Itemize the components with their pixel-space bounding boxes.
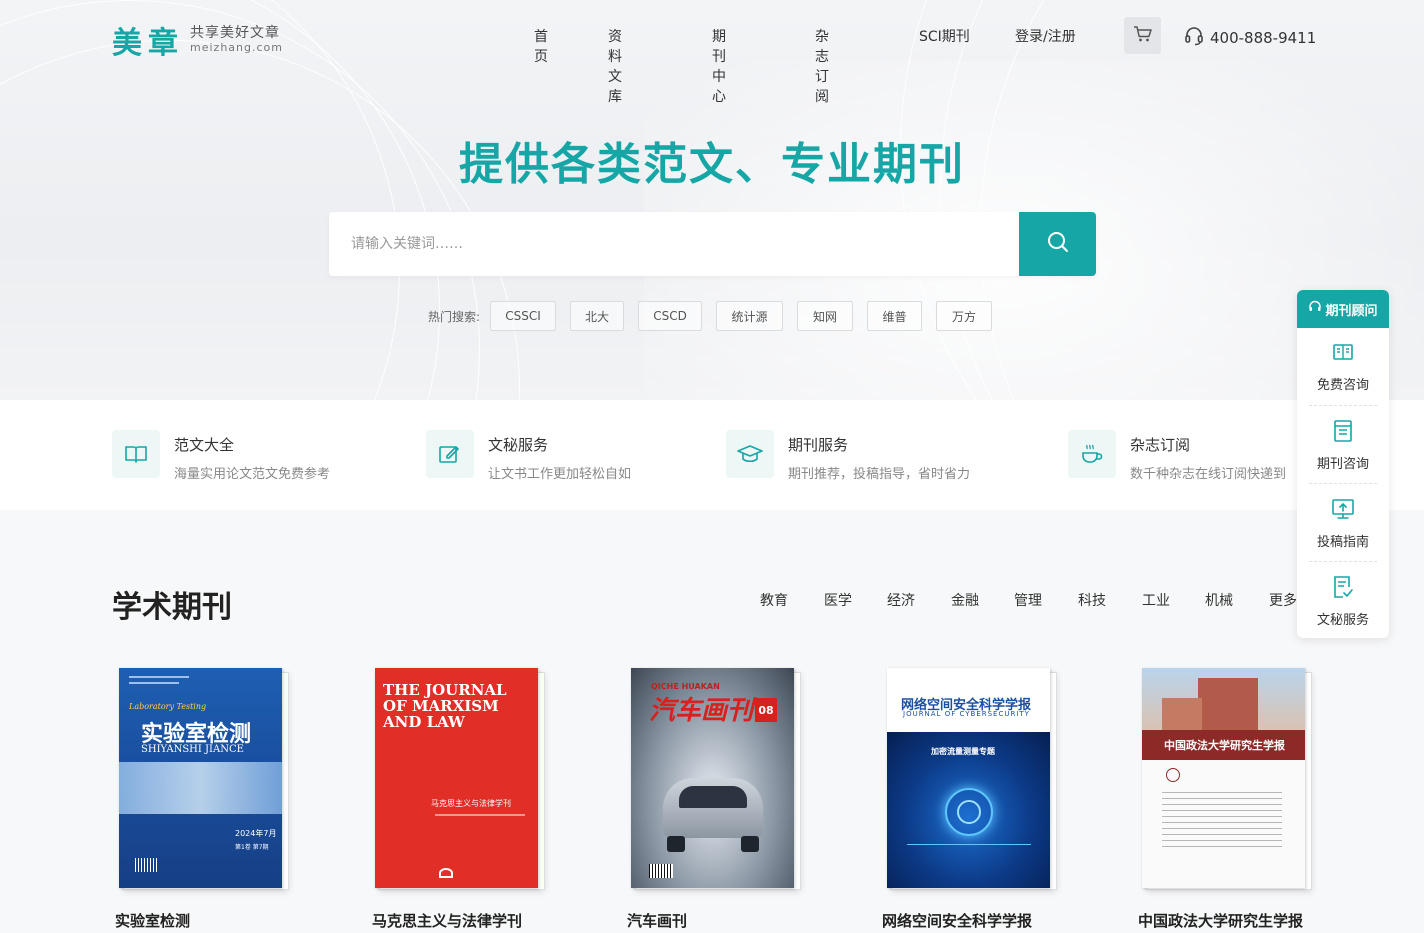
search-bar — [329, 212, 1096, 276]
service-magazine[interactable]: 杂志订阅 数千种杂志在线订阅快递到 — [1068, 430, 1286, 482]
logo-domain: meizhang.com — [190, 40, 283, 54]
nav-login-register[interactable]: 登录/注册 — [1015, 26, 1076, 46]
category-medicine[interactable]: 医学 — [824, 590, 852, 610]
category-more[interactable]: 更多 — [1269, 590, 1297, 610]
service-title: 文秘服务 — [488, 436, 549, 454]
site-logo[interactable]: 美章 共享美好文章 meizhang.com — [112, 18, 283, 62]
hot-tag-pku[interactable]: 北大 — [570, 301, 625, 331]
graduation-cap-icon — [726, 430, 774, 478]
hot-searches: 热门搜索: CSSCI 北大 CSCD 统计源 知网 维普 万方 — [428, 301, 1006, 331]
nav-home[interactable]: 首页 — [534, 26, 548, 66]
float-service-panel: 期刊顾问 免费咨询 期刊咨询 投稿指南 文秘服务 — [1297, 290, 1389, 638]
service-journal[interactable]: 期刊服务 期刊推荐，投稿指导，省时省力 — [726, 430, 970, 482]
service-secretary[interactable]: 文秘服务 让文书工作更加轻松自如 — [426, 430, 631, 482]
edit-icon — [426, 430, 474, 478]
journal-advisor-header[interactable]: 期刊顾问 — [1297, 290, 1389, 328]
journal-cover-cupl-graduate[interactable]: 中国政法大学研究生学报 — [1142, 668, 1312, 890]
float-item-label: 文秘服务 — [1316, 612, 1369, 628]
search-input[interactable] — [329, 212, 1019, 276]
hot-tag-cnki[interactable]: 知网 — [797, 301, 854, 331]
service-title: 杂志订阅 — [1130, 436, 1191, 454]
seal-icon — [1166, 768, 1180, 782]
hotline: 400-888-9411 — [1184, 26, 1316, 50]
journal-name[interactable]: 网络空间安全科学学报 — [882, 910, 1032, 931]
nav-sci-journal[interactable]: SCI期刊 — [919, 26, 970, 46]
journal-cover-laboratory-testing[interactable]: Laboratory Testing 实验室检测 SHIYANSHI JIANC… — [119, 668, 289, 890]
hot-tag-cscd[interactable]: CSCD — [638, 301, 703, 331]
journal-cover-auto-pictorial[interactable]: QICHE HUAKAN 汽车画刊 08 — [631, 668, 801, 890]
hot-tag-cssci[interactable]: CSSCI — [490, 301, 557, 331]
hero-banner: 美章 共享美好文章 meizhang.com 首页 资料文库 期刊中心 杂志订阅… — [0, 0, 1424, 400]
hot-tag-statistics[interactable]: 统计源 — [716, 301, 784, 331]
journal-name[interactable]: 马克思主义与法律学刊 — [372, 910, 522, 931]
search-icon — [1046, 230, 1070, 258]
float-journal-consult[interactable]: 期刊咨询 — [1297, 406, 1389, 484]
nav-library[interactable]: 资料文库 — [608, 26, 622, 106]
journal-name[interactable]: 汽车画刊 — [627, 910, 687, 931]
category-management[interactable]: 管理 — [1014, 590, 1042, 610]
float-submission-guide[interactable]: 投稿指南 — [1297, 484, 1389, 562]
hot-tag-wanfang[interactable]: 万方 — [936, 301, 993, 331]
cover-date: 2024年7月 — [235, 829, 277, 838]
service-essays[interactable]: 范文大全 海量实用论文范文免费参考 — [112, 430, 330, 482]
cover-subtitle: 加密流量测量专题 — [931, 747, 995, 756]
cover-en-title: JOURNAL OF CYBERSECURITY — [903, 710, 1030, 718]
category-education[interactable]: 教育 — [760, 590, 788, 610]
cover-subtitle: 马克思主义与法律学刊 — [431, 799, 511, 808]
service-title: 范文大全 — [174, 436, 235, 454]
journal-cover-marxism-law[interactable]: THE JOURNAL OF MARXISM AND LAW 马克思主义与法律学… — [375, 668, 545, 890]
upload-icon — [1331, 497, 1355, 525]
cover-issue: 第1卷 第7期 — [235, 844, 269, 851]
headset-icon — [1308, 300, 1325, 318]
float-item-label: 期刊咨询 — [1316, 456, 1369, 472]
float-item-label: 投稿指南 — [1316, 534, 1369, 550]
publisher-logo-icon — [439, 868, 453, 878]
section-title: 学术期刊 — [112, 590, 232, 625]
consult-icon — [1331, 342, 1355, 368]
service-desc: 期刊推荐，投稿指导，省时省力 — [788, 467, 971, 482]
category-economy[interactable]: 经济 — [887, 590, 915, 610]
cover-issue: 08 — [755, 698, 777, 722]
cart-icon — [1133, 25, 1153, 47]
category-industry[interactable]: 工业 — [1142, 590, 1170, 610]
document-icon — [1332, 575, 1354, 603]
float-item-label: 免费咨询 — [1316, 377, 1369, 393]
nav-journal-center[interactable]: 期刊中心 — [712, 26, 726, 106]
hot-tag-vip[interactable]: 维普 — [867, 301, 923, 331]
cover-pinyin: SHIYANSHI JIANCE — [141, 744, 244, 755]
phone-number: 400-888-9411 — [1210, 29, 1317, 47]
journal-name[interactable]: 实验室检测 — [115, 910, 190, 931]
cover-en-title: THE JOURNAL OF MARXISM AND LAW — [383, 681, 507, 731]
cover-en-title: Laboratory Testing — [129, 702, 207, 711]
headset-icon — [1184, 26, 1210, 50]
journal-icon — [1332, 419, 1354, 447]
services-strip: 范文大全 海量实用论文范文免费参考 文秘服务 让文书工作更加轻松自如 期刊服务 … — [0, 400, 1424, 510]
search-button[interactable] — [1019, 212, 1096, 276]
cart-button[interactable] — [1124, 17, 1161, 54]
hero-title: 提供各类范文、专业期刊 — [459, 139, 965, 190]
logo-slogan: 共享美好文章 — [190, 25, 280, 42]
barcode-icon — [649, 864, 673, 878]
service-desc: 数千种杂志在线订阅快递到 — [1130, 467, 1287, 482]
float-head-label: 期刊顾问 — [1325, 303, 1378, 319]
category-technology[interactable]: 科技 — [1078, 590, 1106, 610]
float-secretary-service[interactable]: 文秘服务 — [1297, 562, 1389, 638]
cover-title: 中国政法大学研究生学报 — [1164, 739, 1285, 752]
logo-mark: 美章 — [112, 26, 184, 61]
category-finance[interactable]: 金融 — [951, 590, 979, 610]
nav-magazine-subscribe[interactable]: 杂志订阅 — [815, 26, 829, 106]
barcode-icon — [135, 858, 157, 872]
journal-cover-cybersecurity[interactable]: 网络空间安全科学学报 JOURNAL OF CYBERSECURITY 加密流量… — [887, 668, 1057, 890]
book-open-icon — [112, 430, 160, 478]
service-title: 期刊服务 — [788, 436, 849, 454]
category-machinery[interactable]: 机械 — [1205, 590, 1233, 610]
hot-search-label: 热门搜索: — [428, 309, 481, 324]
journal-name[interactable]: 中国政法大学研究生学报 — [1138, 910, 1303, 931]
service-desc: 让文书工作更加轻松自如 — [488, 467, 632, 482]
float-free-consult[interactable]: 免费咨询 — [1297, 328, 1389, 406]
cup-icon — [1068, 430, 1116, 478]
cover-title: 汽车画刊 — [649, 696, 754, 726]
service-desc: 海量实用论文范文免费参考 — [174, 467, 331, 482]
